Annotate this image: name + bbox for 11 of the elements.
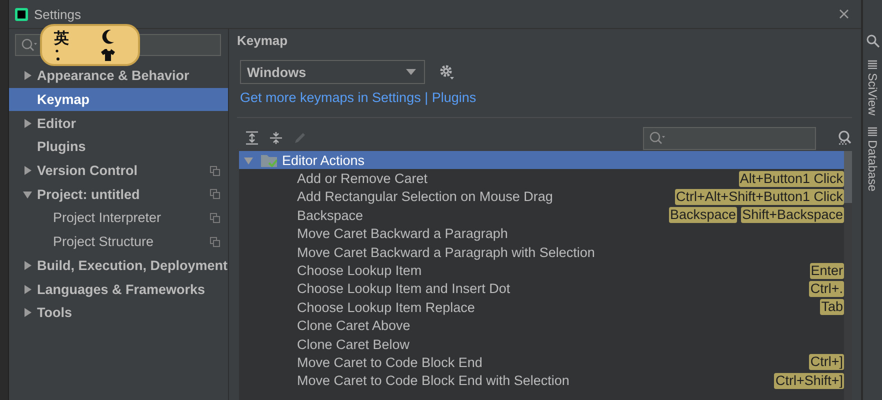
- shortcut-badge: Ctrl+.: [809, 280, 844, 297]
- shortcut-badge: Backspace: [669, 207, 738, 224]
- shortcut-badge: Ctrl+]: [809, 354, 844, 370]
- shortcut-badge: Ctrl+Alt+Shift+Button1 Click: [675, 188, 844, 205]
- window-title: Settings: [34, 6, 82, 22]
- section-title: Keymap: [237, 33, 288, 48]
- shortcut-badge: Shift+Backspace: [741, 207, 844, 224]
- shortcut-badge: Alt+Button1 Click: [738, 170, 844, 187]
- shortcut-badge: Enter: [810, 262, 844, 279]
- shortcut-badge: Tab: [820, 299, 844, 316]
- shortcut-badge: Ctrl+Shift+]: [774, 372, 844, 389]
